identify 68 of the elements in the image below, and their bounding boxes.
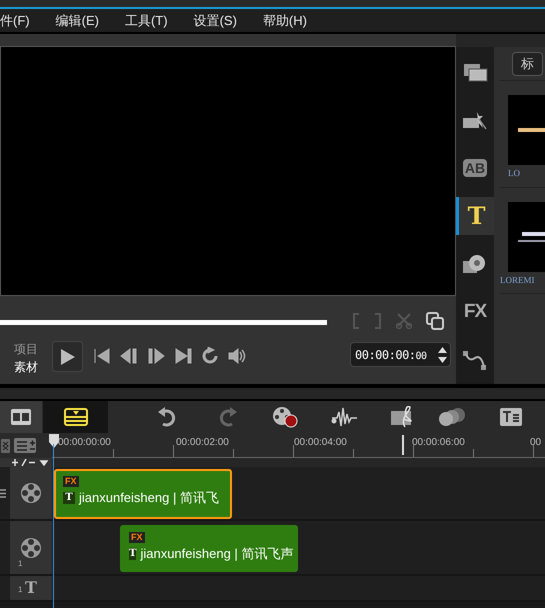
thumbnail-caption[interactable]: LO	[508, 167, 545, 180]
undo-icon	[156, 406, 178, 428]
toolbar-button[interactable]	[43, 401, 108, 433]
circles-icon	[438, 406, 466, 428]
enlarge-icon[interactable]	[426, 312, 444, 330]
play-icon	[60, 348, 76, 366]
volume-icon[interactable]	[228, 347, 246, 365]
timecode-field[interactable]: 00:00:00:00	[350, 342, 451, 367]
timeline-icon	[64, 408, 88, 426]
track-lane[interactable]: FX T jianxunfeisheng | 简讯飞	[52, 467, 545, 519]
start-icon[interactable]	[93, 347, 111, 365]
playhead-handle-icon[interactable]	[49, 434, 59, 448]
thumbnail-caption[interactable]: LOREMI	[500, 274, 545, 287]
category-button[interactable]: 标	[512, 52, 543, 76]
play-button[interactable]	[52, 341, 83, 372]
add-remove-icon[interactable]	[12, 459, 48, 466]
title-icon: T	[129, 548, 136, 560]
grip-icon[interactable]	[0, 488, 6, 498]
title-icon: T	[63, 492, 75, 504]
ruler-time-label: 00:00:06:00	[412, 436, 465, 450]
previous-frame-icon[interactable]	[120, 347, 138, 365]
mode-option[interactable]: 项目	[14, 340, 38, 358]
filmstrip-icon	[11, 408, 31, 426]
marker-line[interactable]	[402, 435, 404, 455]
redo-icon	[217, 406, 239, 428]
ruler-time-label: 00:00:00:00	[58, 436, 111, 450]
menu-item[interactable]: 件(F)	[0, 10, 30, 30]
overlay-reel-icon	[20, 536, 42, 558]
film-reel-icon	[20, 482, 42, 504]
ruler-time-label: 00:00:02:00	[176, 436, 229, 450]
library-tab[interactable]: FX	[464, 298, 486, 326]
end-icon[interactable]	[174, 347, 192, 365]
track-number: 1	[18, 558, 22, 570]
fx-badge: FX	[129, 532, 145, 543]
menu-item[interactable]: 帮助(H)	[262, 10, 307, 30]
title-clip[interactable]: FX T jianxunfeisheng | 简讯飞	[54, 469, 232, 519]
track-lane[interactable]: FX T jianxunfeisheng | 简讯飞声	[52, 521, 545, 574]
film-reel-record-icon	[272, 406, 298, 428]
path-icon[interactable]	[462, 349, 488, 371]
next-frame-icon[interactable]	[147, 347, 165, 365]
repeat-icon[interactable]	[201, 347, 219, 365]
subtitle-icon	[499, 407, 523, 427]
timecode-text: 00:00:00:00	[355, 346, 427, 364]
mode-option[interactable]: 素材	[14, 358, 38, 376]
track-handle[interactable]	[0, 576, 10, 600]
menu-item[interactable]: 编辑(E)	[56, 10, 99, 30]
clip-title: jianxunfeisheng | 简讯飞声	[140, 545, 294, 563]
track-number: 1	[18, 584, 22, 596]
toolbar-button[interactable]	[0, 401, 42, 433]
music-waveform-icon	[331, 406, 359, 428]
clip-title: jianxunfeisheng | 简讯飞	[79, 489, 219, 507]
fx-badge: FX	[63, 476, 79, 487]
panel-grip-bar[interactable]	[0, 388, 545, 399]
menu-item[interactable]: 设置(S)	[194, 10, 237, 30]
title-clip[interactable]: FX T jianxunfeisheng | 简讯飞声	[120, 525, 298, 572]
ruler-time-label: 00	[530, 436, 542, 450]
title-track-icon: T	[25, 576, 37, 600]
title-icon: AB	[462, 159, 488, 177]
track-handle[interactable]	[0, 521, 10, 574]
track-manager-icon[interactable]	[14, 438, 36, 453]
ruler-time-label: 00:00:04:00	[294, 436, 347, 450]
fit-icon[interactable]	[1, 438, 10, 452]
flower-icon[interactable]	[462, 253, 488, 275]
media-icon[interactable]	[462, 61, 488, 83]
panel-grip-bar[interactable]	[456, 34, 545, 47]
library-tab[interactable]: T	[456, 197, 494, 235]
spin-arrows-icon[interactable]	[437, 344, 448, 364]
menu-item[interactable]: 工具(T)	[124, 10, 168, 30]
